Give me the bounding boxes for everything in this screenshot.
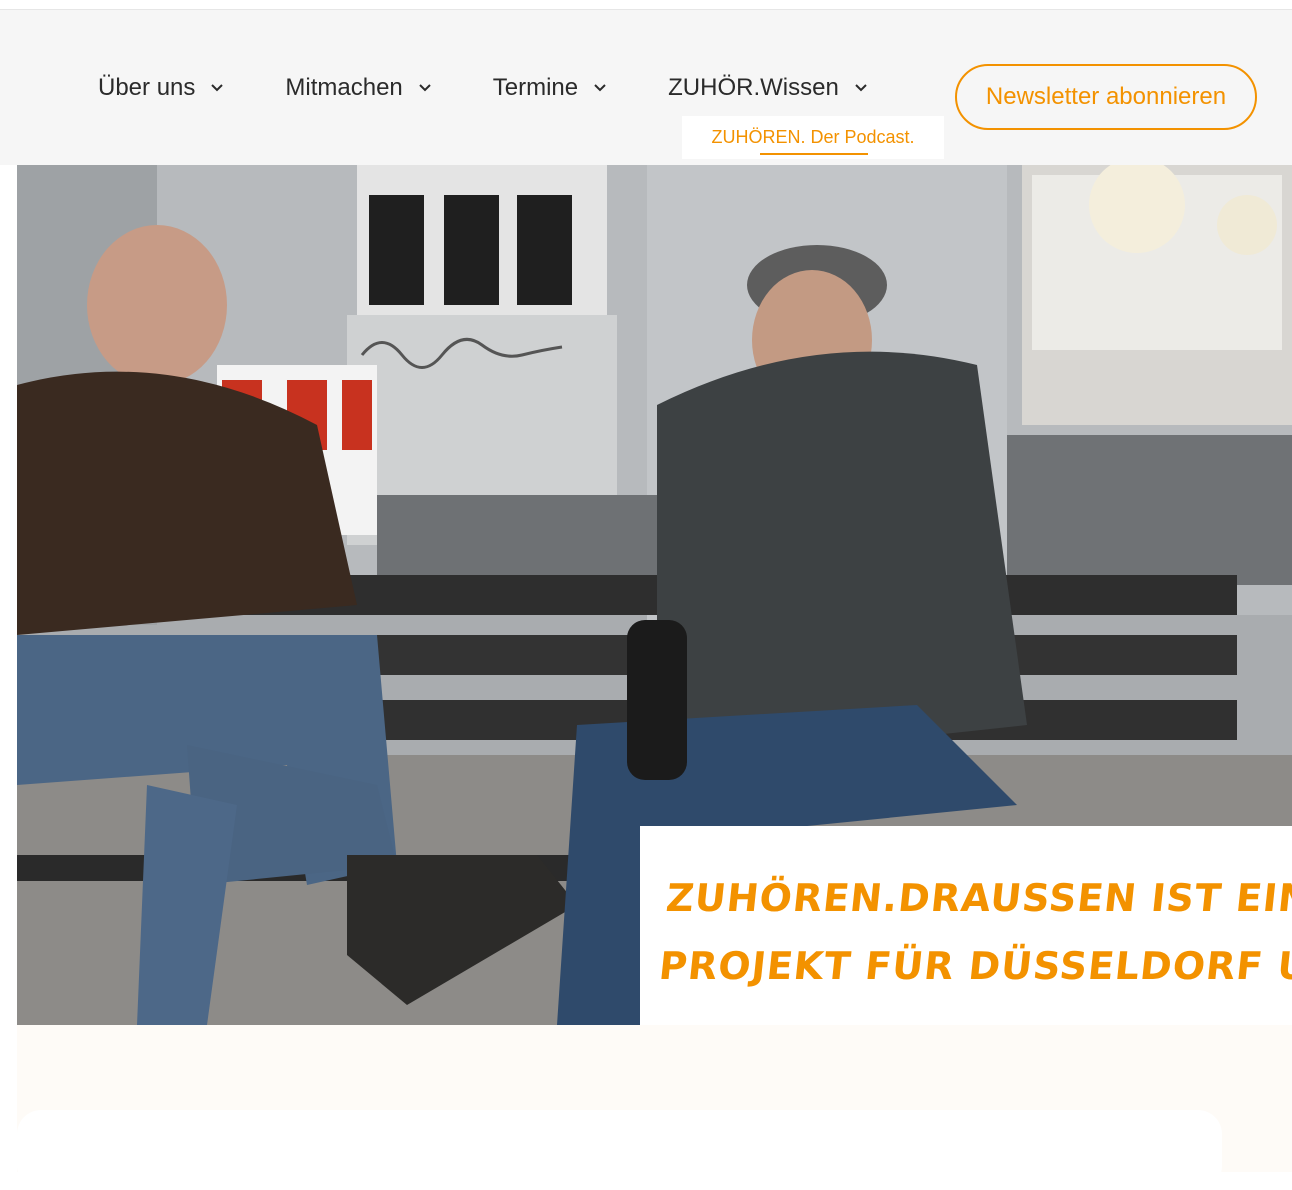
nav-item-label: ZUHÖR.Wissen [668,74,839,101]
newsletter-button[interactable]: Newsletter abonnieren [955,64,1257,130]
top-rule [0,0,1292,10]
chevron-down-icon [211,84,224,92]
chevron-down-icon [594,84,606,92]
content-card [17,1110,1222,1190]
hero-caption-box: ZUHÖREN.DRAUSSEN IST EIN SOZIO PROJEKT F… [640,826,1292,1025]
hero-caption-line-2: PROJEKT FÜR DÜSSELDORF UND UM [656,944,1292,988]
hero-caption: ZUHÖREN.DRAUSSEN IST EIN SOZIO PROJEKT F… [656,864,1292,1000]
nav-item-label: Über uns [98,74,196,101]
submenu-item-podcast[interactable]: ZUHÖREN. Der Podcast. [682,116,944,159]
submenu-underline [760,153,868,155]
main-nav: Über uns Mitmachen Termine ZUHÖR.Wissen [98,74,929,120]
submenu-item-label: ZUHÖREN. Der Podcast. [711,127,915,147]
nav-item-label: Mitmachen [285,74,403,101]
site-header: Über uns Mitmachen Termine ZUHÖR.Wissen … [0,10,1292,165]
chevron-down-icon [855,84,867,92]
nav-item-mitmachen[interactable]: Mitmachen [285,74,432,102]
hero-caption-line-1: ZUHÖREN.DRAUSSEN IST EIN SOZIO [664,876,1292,920]
chevron-down-icon [419,84,431,92]
nav-item-termine[interactable]: Termine [493,74,608,102]
nav-item-zuhoer-wissen[interactable]: ZUHÖR.Wissen [668,74,869,120]
nav-item-label: Termine [492,74,579,101]
nav-item-ueber-uns[interactable]: Über uns [98,74,225,102]
